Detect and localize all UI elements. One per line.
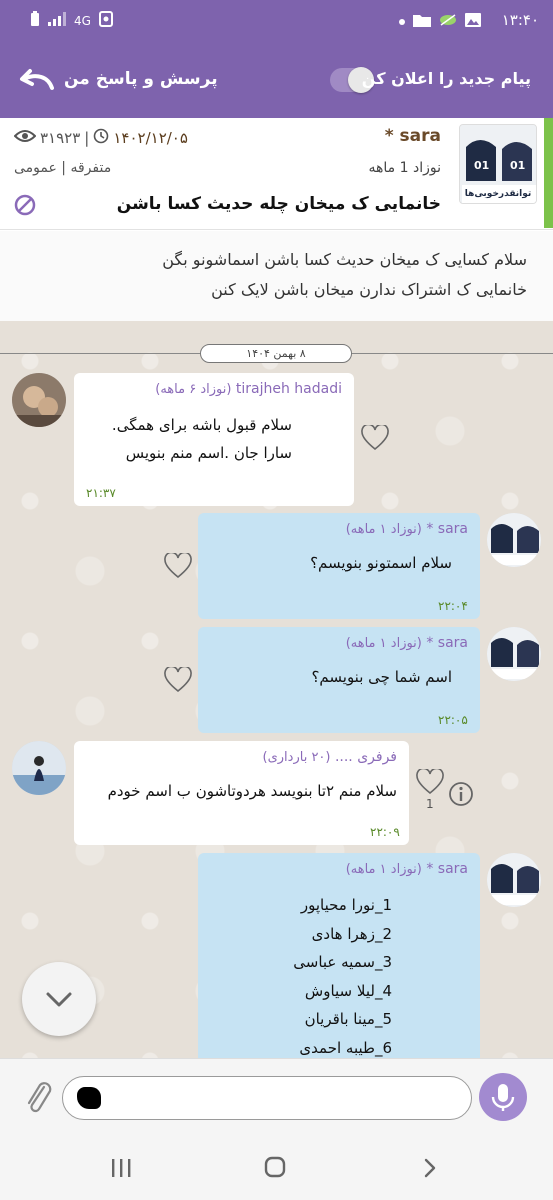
- network-type: 4G: [74, 13, 91, 28]
- topic-body-line: خانمایی ک اشتراک ندارن میخان باشن لایک ک…: [211, 280, 527, 299]
- message-author[interactable]: sara * (نوزاد ۱ ماهه): [210, 635, 468, 651]
- heart-icon[interactable]: [416, 767, 444, 795]
- message-time: ۲۲:۰۹: [370, 825, 400, 839]
- status-left-icons: 4G: [30, 11, 113, 30]
- author-name: sara *: [426, 861, 468, 877]
- battery-icon: [30, 11, 40, 30]
- author-age: (نوزاد ۱ ماهه): [345, 862, 422, 877]
- message-list: 1_نورا محیاپور 2_زهرا هادی 3_سمیه عباسی …: [210, 891, 468, 1058]
- recents-icon[interactable]: [110, 1158, 132, 1178]
- notify-toggle-label: پیام جدید را اعلان کن: [361, 69, 531, 88]
- status-time: ۱۳:۴۰: [501, 11, 539, 29]
- topic-date: ۱۴۰۲/۱۲/۰۵: [113, 129, 188, 147]
- heart-icon[interactable]: [164, 551, 192, 579]
- message-time: ۲۱:۳۷: [86, 486, 116, 500]
- message-bubble[interactable]: tirajheh hadadi (نوزاد ۶ ماهه) سلام قبول…: [74, 373, 354, 506]
- message-text: سلام قبول باشه برای همگی. سارا جان .اسم …: [86, 411, 342, 467]
- message-line: سارا جان .اسم منم بنویس: [125, 444, 292, 462]
- topic-author-age: نوزاد 1 ماهه: [368, 160, 442, 176]
- leaf-app-icon: [439, 12, 457, 31]
- author-age: (۲۰ بارداری): [262, 750, 331, 765]
- message-bubble[interactable]: sara * (نوزاد ۱ ماهه) اسم شما چی بنویسم؟…: [198, 627, 480, 733]
- status-bar: 4G ۱۳:۴۰: [0, 0, 553, 42]
- scroll-down-button[interactable]: [22, 962, 96, 1036]
- list-item: 1_نورا محیاپور: [300, 896, 392, 914]
- list-item: 5_مینا باقریان: [304, 1010, 392, 1028]
- message-bubble[interactable]: sara * (نوزاد ۱ ماهه) 1_نورا محیاپور 2_ز…: [198, 853, 480, 1058]
- view-count: ۳۱۹۲۳: [40, 129, 81, 147]
- list-item: 2_زهرا هادی: [311, 924, 392, 943]
- system-nav-bar: [0, 1136, 553, 1200]
- topic-author[interactable]: sara *: [385, 126, 441, 146]
- author-name: sara *: [426, 635, 468, 651]
- avatar[interactable]: [487, 627, 541, 681]
- author-age: (نوزاد ۱ ماهه): [345, 522, 422, 537]
- message-input[interactable]: [62, 1076, 472, 1120]
- svg-text:01: 01: [474, 159, 489, 172]
- message-time: ۲۲:۰۴: [438, 599, 468, 613]
- stats-separator: |: [84, 129, 90, 147]
- chevron-down-icon: [46, 992, 72, 1007]
- topic-body: سلام کسایی ک میخان حدیث کسا باشن اسماشون…: [0, 231, 553, 321]
- heart-icon[interactable]: [164, 665, 192, 693]
- author-name: tirajheh hadadi: [235, 381, 342, 397]
- paperclip-icon[interactable]: [24, 1079, 54, 1115]
- avatar[interactable]: [12, 741, 66, 795]
- heart-icon[interactable]: [361, 423, 389, 451]
- info-icon[interactable]: [448, 781, 474, 807]
- topic-body-line: سلام کسایی ک میخان حدیث کسا باشن اسماشون…: [162, 250, 527, 269]
- gallery-icon: [465, 12, 481, 31]
- message-text: اسم شما چی بنویسم؟: [311, 668, 452, 686]
- message-author[interactable]: sara * (نوزاد ۱ ماهه): [210, 861, 468, 877]
- mic-button[interactable]: [479, 1073, 527, 1121]
- topic-stats: ۳۱۹۲۳ | ۱۴۰۲/۱۲/۰۵: [13, 128, 188, 148]
- app-notification-icon: [98, 11, 113, 30]
- like-count: 1: [426, 797, 434, 811]
- message-text: سلام اسمتونو بنویسم؟: [310, 554, 452, 572]
- notification-dot-icon: [399, 18, 405, 25]
- topic-thumb-caption: توانقدرخوبی‌ها: [464, 189, 532, 199]
- redacted-emoji: [77, 1087, 101, 1109]
- message-line: سلام قبول باشه برای همگی.: [111, 416, 292, 434]
- message-composer: [0, 1058, 553, 1136]
- status-right-icons: [399, 12, 481, 31]
- chat-area[interactable]: ۸ بهمن ۱۴۰۴ tirajheh hadadi (نوزاد ۶ ماه…: [0, 321, 553, 1058]
- author-age: (نوزاد ۱ ماهه): [345, 636, 422, 651]
- nav-back-icon[interactable]: [422, 1158, 438, 1178]
- topic-category[interactable]: متفرقه | عمومی: [14, 160, 111, 176]
- folder-icon: [413, 12, 431, 31]
- date-chip: ۸ بهمن ۱۴۰۴: [200, 344, 352, 363]
- home-icon[interactable]: [264, 1156, 286, 1178]
- list-item: 3_سمیه عباسی: [293, 953, 392, 971]
- avatar[interactable]: [12, 373, 66, 427]
- message-text: سلام منم ۲تا بنویسد هردوتاشون ب اسم خودم: [107, 782, 397, 800]
- list-item: 4_لیلا سیاوش: [304, 981, 392, 1000]
- avatar[interactable]: [487, 853, 541, 907]
- svg-text:01: 01: [510, 159, 525, 172]
- message-author[interactable]: sara * (نوزاد ۱ ماهه): [210, 521, 468, 537]
- author-age: (نوزاد ۶ ماهه): [155, 382, 232, 397]
- message-bubble[interactable]: sara * (نوزاد ۱ ماهه) سلام اسمتونو بنویس…: [198, 513, 480, 619]
- page-title: پرسش و پاسخ من: [64, 69, 218, 89]
- topic-title: خانمایی ک میخان چله حدیث کسا باشن: [116, 194, 441, 214]
- message-author[interactable]: فرفری .... (۲۰ بارداری): [86, 749, 397, 765]
- microphone-icon: [491, 1084, 515, 1111]
- author-name: فرفری ....: [334, 749, 397, 765]
- clock-icon: [93, 128, 109, 148]
- message-author[interactable]: tirajheh hadadi (نوزاد ۶ ماهه): [86, 381, 342, 397]
- topic-accent-bar: [544, 118, 553, 228]
- author-name: sara *: [426, 521, 468, 537]
- eye-icon: [13, 129, 37, 147]
- avatar[interactable]: [487, 513, 541, 567]
- list-item: 6_طیبه احمدی: [299, 1038, 392, 1057]
- back-arrow-icon[interactable]: [18, 68, 54, 92]
- message-bubble[interactable]: فرفری .... (۲۰ بارداری) سلام منم ۲تا بنو…: [74, 741, 409, 845]
- signal-icon: [48, 12, 66, 29]
- message-time: ۲۲:۰۵: [438, 713, 468, 727]
- app-bar: پرسش و پاسخ من پیام جدید را اعلان کن: [0, 42, 553, 118]
- topic-header: 01 01 توانقدرخوبی‌ها sara * ۳۱۹۲۳ | ۱۴۰۲…: [0, 118, 553, 230]
- block-icon[interactable]: [14, 194, 36, 216]
